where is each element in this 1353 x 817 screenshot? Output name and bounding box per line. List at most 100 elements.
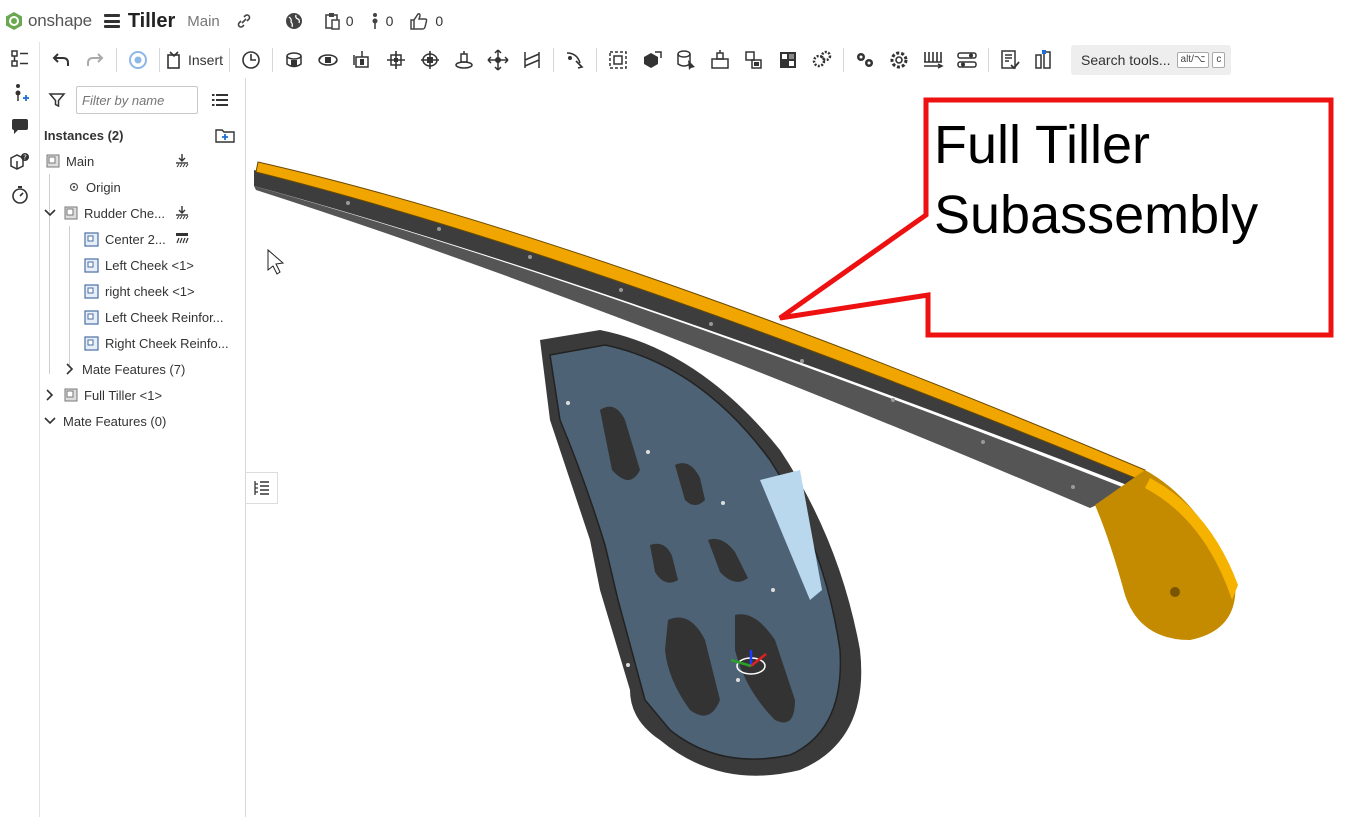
list-view-icon[interactable] [212,93,228,107]
search-tools-button[interactable]: Search tools... alt/⌥ c [1071,45,1232,75]
part-icon [84,257,99,273]
origin-icon [68,181,80,193]
tree-item-left-cheek-reinforcement[interactable]: Left Cheek Reinfor... [40,304,245,330]
explode-button[interactable] [739,45,769,75]
tree-item-label: Right Cheek Reinfo... [105,335,229,351]
chevron-down-icon[interactable] [44,417,56,425]
insert-button[interactable]: Insert [166,45,223,75]
toggle-limits-icon [957,52,977,68]
svg-text:?: ? [23,154,27,162]
undo-button[interactable] [46,45,76,75]
tree-item-full-tiller[interactable]: Full Tiller <1> [40,382,245,408]
bom-button[interactable]: ? [0,144,40,178]
mate-connector-icon [15,84,29,101]
regenerate-icon [129,51,147,69]
pin-slot-mate-button[interactable] [449,45,479,75]
fastened-mate-button[interactable] [279,45,309,75]
filter-row [40,78,245,122]
ball-mate-button[interactable] [483,45,513,75]
group-button[interactable] [603,45,633,75]
hatched-fixed-icon [176,233,189,244]
tree-item-right-cheek-reinforcement[interactable]: Right Cheek Reinfo... [40,330,245,356]
collapse-panel-button[interactable] [246,472,278,504]
regenerate-button[interactable] [123,45,153,75]
likes-count: 0 [435,13,444,29]
measure-button[interactable] [995,45,1025,75]
shortcut-key-c: c [1212,52,1226,68]
ball-mate-icon [487,49,509,71]
mouse-cursor-icon [267,248,285,275]
planar-mate-button[interactable] [381,45,411,75]
tree-item-origin[interactable]: Origin [40,174,245,200]
tree-item-label: Rudder Che... [84,205,165,221]
tree-item-right-cheek[interactable]: right cheek <1> [40,278,245,304]
filter-icon[interactable] [48,91,66,109]
callout-line-2: Subassembly [934,185,1259,245]
fastened-mate-icon [286,52,302,68]
onshape-logo-icon [6,12,22,30]
add-mate-button[interactable] [0,76,40,110]
top-bar: onshape Tiller Main 0 0 0 [0,0,1353,42]
redo-button[interactable] [80,45,110,75]
slider-mate-button[interactable] [347,45,377,75]
cylindrical-mate-button[interactable] [415,45,445,75]
planar-mate-icon [387,51,406,69]
link-icon[interactable] [236,13,252,29]
shortcut-key-alt: alt/⌥ [1176,52,1210,68]
tree-item-rudder-cheek[interactable]: Rudder Che... [40,200,245,226]
subassembly-icon [64,388,78,402]
tangent-mate-button[interactable] [560,45,590,75]
pin-slot-mate-icon [455,51,473,69]
part-icon [84,231,99,247]
rudder-cheek-model[interactable] [540,330,862,776]
branches-button[interactable]: 0 [370,12,393,30]
tree-item-mate-features-7[interactable]: Mate Features (7) [40,356,245,382]
revolute-mate-button[interactable] [313,45,343,75]
mass-properties-button[interactable] [1029,45,1059,75]
redo-icon [87,53,104,66]
hamburger-menu-icon[interactable] [103,14,120,28]
parts-icon: ? [10,153,29,170]
new-folder-icon[interactable] [215,127,235,143]
linear-relation-button[interactable] [918,45,948,75]
globe-icon[interactable] [284,11,304,31]
tree-item-label: Full Tiller <1> [84,387,163,403]
comments-button[interactable] [0,110,40,144]
animation-button[interactable] [0,178,40,212]
tree-item-center[interactable]: Center 2... [40,226,245,252]
comment-icon [12,119,28,134]
mate-connector-button[interactable] [671,45,701,75]
replicate-button[interactable] [637,45,667,75]
limits-button[interactable] [952,45,982,75]
tree-item-label: Mate Features (0) [63,413,167,429]
rack-pinion-button[interactable] [850,45,880,75]
section-view-button[interactable] [773,45,803,75]
like-button[interactable]: 0 [409,12,443,30]
cylinder-arrow-icon [677,50,696,70]
feature-list-button[interactable] [0,42,40,76]
chevron-down-icon[interactable] [44,209,56,217]
part-icon [84,283,99,299]
tree-item-left-cheek[interactable]: Left Cheek <1> [40,252,245,278]
screw-relation-button[interactable] [884,45,914,75]
linear-pattern-button[interactable] [705,45,735,75]
tree-item-mate-features-0[interactable]: Mate Features (0) [40,408,245,434]
tree-item-label: right cheek <1> [105,283,195,299]
tree-item-main[interactable]: Main [40,148,245,174]
parallel-mate-button[interactable] [517,45,547,75]
document-branch[interactable]: Main [187,13,220,30]
chevron-right-icon[interactable] [64,363,76,375]
filter-by-name-input[interactable] [76,86,198,114]
group-icon [609,51,627,69]
columns-icon [1035,50,1051,69]
tree-item-label: Center 2... [105,231,166,247]
named-positions-button[interactable] [236,45,266,75]
feature-tree-icon [11,50,28,67]
versions-button[interactable]: 0 [324,12,354,30]
chevron-right-icon[interactable] [44,389,56,401]
insert-label: Insert [188,52,224,68]
onshape-logo[interactable]: onshape [4,11,92,31]
instance-list-panel: Instances (2) Main Origin Rudder Che... … [40,78,246,817]
document-title[interactable]: Tiller [128,10,175,33]
gear-relation-button[interactable] [807,45,837,75]
